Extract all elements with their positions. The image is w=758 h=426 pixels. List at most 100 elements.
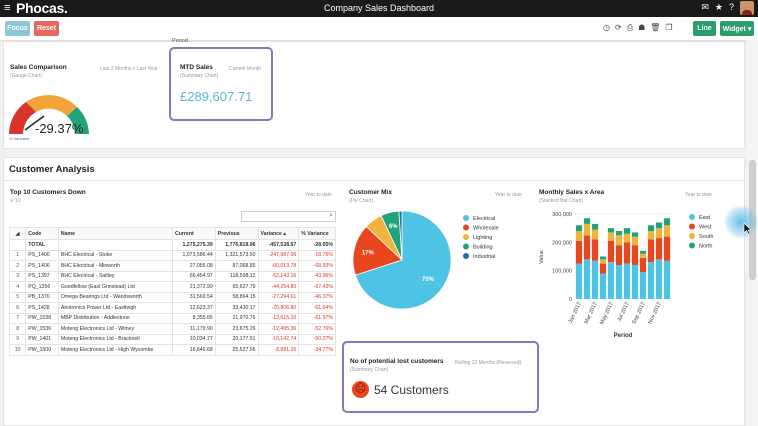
bar-south[interactable]	[647, 231, 655, 240]
copy-icon[interactable]: ❐	[665, 23, 672, 33]
focus-button[interactable]: Focus	[5, 21, 30, 36]
table-search-input[interactable]: ⌕	[241, 211, 336, 222]
table-row[interactable]: 1 PS_1400 BHC Electrical - Stoke 1,073,586.…	[8, 249, 336, 261]
bar-east[interactable]	[591, 260, 599, 299]
bar-east[interactable]	[575, 263, 583, 299]
table-row[interactable]: 2 PS_1406 BHC Electrical - Minworth 27,055.…	[8, 260, 336, 272]
bar-south[interactable]	[639, 253, 647, 258]
bar-south[interactable]	[591, 229, 599, 240]
cell-pct-variance: -18.76%	[298, 249, 336, 261]
table-row[interactable]: 6 PS_1428 Airotronics Power Ltd - Eastleig…	[8, 302, 336, 314]
bar-south[interactable]	[583, 223, 591, 236]
bar-north[interactable]	[647, 225, 655, 231]
bar-south[interactable]	[623, 233, 631, 243]
bar-south[interactable]	[615, 235, 623, 246]
bar-east[interactable]	[623, 263, 631, 299]
table-row[interactable]: 8 PW_1536 Moteng Electronics Ltd - Witney 1…	[8, 323, 336, 335]
bar-north[interactable]	[607, 228, 615, 233]
cell-pct-variance: -61.64%	[298, 302, 336, 314]
bar-east[interactable]	[647, 262, 655, 299]
help-icon[interactable]: ?	[729, 2, 734, 13]
bar-west[interactable]	[663, 236, 671, 261]
bar-north[interactable]	[575, 225, 583, 231]
bar-west[interactable]	[623, 242, 631, 264]
bar-west[interactable]	[639, 257, 647, 273]
cell-code: PS_1400	[25, 249, 59, 261]
reset-button[interactable]: Reset	[34, 21, 59, 36]
table-row[interactable]: 4 PQ_1356 Goodfellow (East Grinstead) Ltd 2…	[8, 281, 336, 293]
col-header-code[interactable]: Code	[25, 227, 59, 240]
bar-east[interactable]	[655, 259, 663, 299]
row-number: 9	[8, 333, 27, 345]
bar-west[interactable]	[607, 240, 615, 263]
table-row[interactable]: 7 PW_1538 MBP Distribution - Addlestone 8,3…	[8, 312, 336, 324]
bar-west[interactable]	[647, 239, 655, 263]
bar-north[interactable]	[663, 218, 671, 226]
bar-south[interactable]	[607, 232, 615, 241]
bar-north[interactable]	[599, 256, 607, 260]
bar-north[interactable]	[639, 250, 647, 254]
bar-east[interactable]	[663, 260, 671, 299]
star-icon[interactable]: ★	[715, 2, 723, 13]
refresh-icon[interactable]: ⟳	[615, 23, 622, 33]
bar-west[interactable]	[655, 238, 663, 260]
bar-east[interactable]	[631, 265, 639, 299]
lost-customers-card[interactable]: No of potential lost customers Rolling 1…	[342, 341, 539, 413]
bar-north[interactable]	[631, 232, 639, 237]
chat-icon[interactable]: ✉	[701, 2, 709, 13]
bar-west[interactable]	[615, 245, 623, 265]
monthly-sales-bar-chart[interactable]: 0 100,000 200,000 300,000 Value Jan 2017 Mar 2…	[535, 205, 735, 340]
bar-south[interactable]	[599, 259, 607, 264]
line-button[interactable]: Line	[693, 21, 716, 36]
history-icon[interactable]: ◷	[603, 23, 610, 33]
sales-comparison-title: Sales Comparison	[10, 64, 67, 71]
bar-north[interactable]	[623, 228, 631, 234]
x-tick-label: Sep 2017	[631, 301, 646, 325]
legend-item-south: South	[699, 234, 713, 240]
bar-south[interactable]	[655, 228, 663, 239]
bar-north[interactable]	[615, 231, 623, 236]
bar-west[interactable]	[631, 245, 639, 265]
col-header-name[interactable]: Name	[57, 227, 173, 240]
bar-east[interactable]	[615, 265, 623, 299]
bar-east[interactable]	[607, 262, 615, 299]
cell-code: PS_1406	[25, 260, 59, 272]
bar-west[interactable]	[591, 239, 599, 261]
bar-south[interactable]	[631, 236, 639, 246]
cell-current: 27,055.08	[171, 260, 216, 272]
table-row[interactable]: 5 PB_1370 Omega Bearings Ltd - Wandsworth 3…	[8, 291, 336, 303]
bar-south[interactable]	[663, 225, 671, 237]
table-row[interactable]: 9 PW_1401 Moteng Electronics Ltd - Brackne…	[8, 333, 336, 345]
bar-west[interactable]	[599, 263, 607, 274]
table-row[interactable]: 3 PS_1397 BHC Electrical - Saltley 66,454.9…	[8, 270, 336, 282]
share-icon[interactable]: ☗	[638, 23, 645, 33]
bar-west[interactable]	[575, 240, 583, 264]
cell-name: Goodfellow (East Grinstead) Ltd	[57, 281, 173, 293]
table-row[interactable]: 10 PW_1500 Moteng Electronics Ltd - High W…	[8, 344, 336, 356]
col-header-variance[interactable]: Variance ▴	[257, 227, 300, 240]
print-icon[interactable]: ⎙	[627, 23, 633, 33]
bar-north[interactable]	[583, 218, 591, 224]
mtd-sales-card[interactable]: MTD Sales Current Month (Summary Chart) …	[169, 47, 273, 121]
user-avatar[interactable]	[740, 1, 754, 15]
widget-dropdown-button[interactable]: Widget ▾	[720, 21, 754, 36]
delete-icon[interactable]: 🗑	[650, 23, 660, 33]
bar-east[interactable]	[639, 272, 647, 299]
customer-mix-pie-chart[interactable]: 70% 17% 6% Electrical Wholesale Lighting Build…	[345, 208, 535, 318]
col-header-previous[interactable]: Previous	[214, 227, 259, 240]
bar-east[interactable]	[583, 259, 591, 299]
cell-name: Airotronics Power Ltd - Eastleigh	[57, 302, 173, 314]
row-number: 6	[8, 302, 27, 314]
collapse-icon[interactable]: ◢	[8, 227, 27, 240]
bar-north[interactable]	[655, 222, 663, 229]
col-header-pct-variance[interactable]: % Variance	[298, 227, 336, 240]
bar-south[interactable]	[575, 231, 583, 241]
col-header-current[interactable]: Current	[171, 227, 216, 240]
row-number: 10	[8, 344, 27, 356]
legend-item-west: West	[699, 225, 712, 231]
bar-east[interactable]	[599, 273, 607, 300]
bar-north[interactable]	[591, 223, 599, 230]
bar-west[interactable]	[583, 235, 591, 260]
cell-previous: 23,675.26	[214, 323, 259, 335]
summary-panel: Period	[3, 38, 745, 149]
